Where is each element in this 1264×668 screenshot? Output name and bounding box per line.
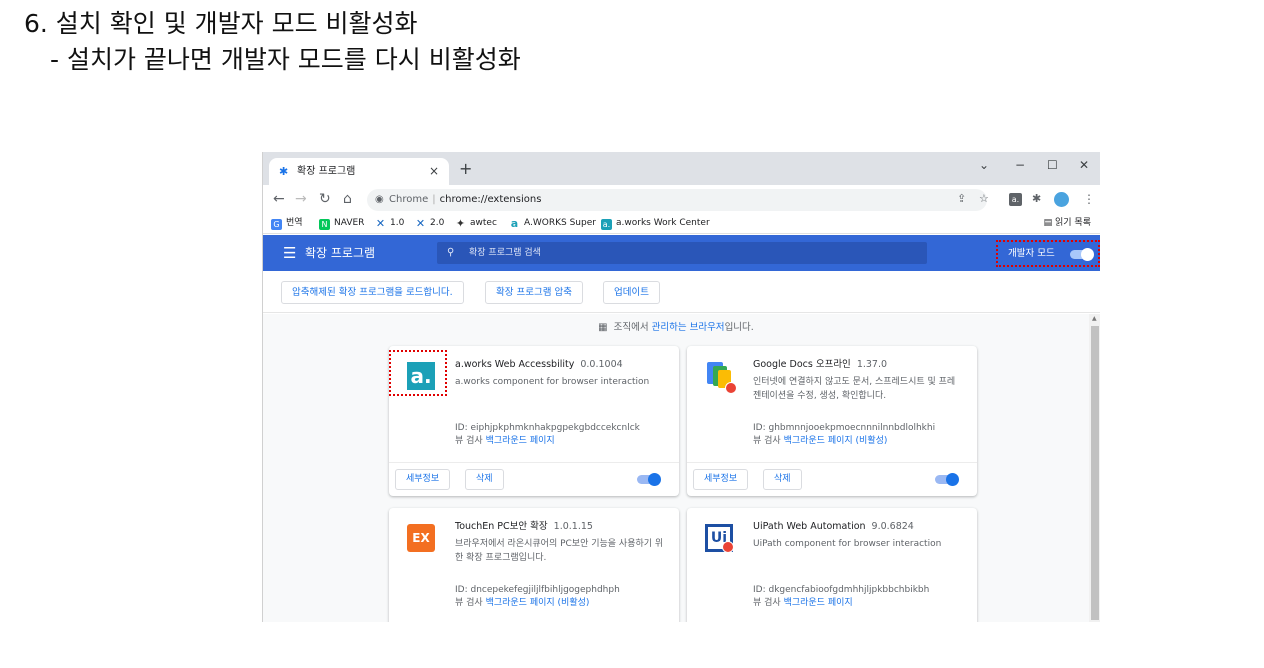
forward-arrow-icon[interactable]: →: [295, 191, 307, 207]
uipath-icon: Ui: [705, 524, 734, 553]
pack-extension-button[interactable]: 확장 프로그램 압축: [485, 281, 583, 304]
extensions-puzzle-icon[interactable]: ✱: [1032, 192, 1041, 206]
slide-title: 6. 설치 확인 및 개발자 모드 비활성화: [24, 9, 418, 38]
search-icon: ⚲: [447, 247, 455, 258]
tab-title: 확장 프로그램: [297, 166, 356, 177]
share-icon[interactable]: ⇪: [957, 192, 966, 206]
aworks-icon: a.: [601, 219, 612, 230]
extension-id: ID: ghbmnnjooekpmoecnnnilnnbdlolhkhi: [753, 423, 936, 433]
extension-enable-toggle[interactable]: [935, 473, 959, 486]
managed-browser-link[interactable]: 관리하는 브라우저: [652, 322, 725, 333]
reading-list-icon: ▤: [1043, 218, 1056, 228]
puzzle-icon: ✱: [279, 165, 289, 178]
tab-search-chevron-icon[interactable]: ⌄: [979, 158, 989, 172]
chrome-site-icon: ◉: [375, 194, 384, 205]
extension-name: a.works Web Accessbility: [455, 359, 575, 370]
extension-version: 0.0.1004: [580, 359, 623, 370]
reload-icon[interactable]: ↻: [319, 191, 331, 207]
aworks-icon: a: [509, 217, 520, 230]
background-page-link[interactable]: 백그라운드 페이지: [486, 436, 555, 446]
extensions-header: ☰ 확장 프로그램 ⚲ 확장 프로그램 검색 개발자 모드: [263, 235, 1100, 271]
close-window-button[interactable]: ✕: [1079, 158, 1089, 172]
bookmark-star-icon[interactable]: ☆: [979, 192, 989, 206]
extension-name: Google Docs 오프라인: [753, 359, 851, 370]
developer-mode-toggle[interactable]: [1070, 248, 1094, 261]
browser-toolbar: ← → ↻ ⌂ ◉ Chrome | chrome://extensions ⇪ ☆…: [263, 185, 1100, 214]
background-page-link[interactable]: 백그라운드 페이지: [784, 598, 853, 608]
details-button[interactable]: 세부정보: [693, 469, 749, 490]
translate-icon: G: [271, 219, 282, 230]
extension-description: 브라우저에서 라온시큐어의 PC보안 기능을 사용하기 위한 확장 프로그램입니…: [455, 539, 664, 563]
omnibox-url: chrome://extensions: [439, 194, 542, 205]
bookmark-aworks-work-center[interactable]: a. a.works Work Center: [601, 217, 710, 230]
extension-name: UiPath Web Automation: [753, 521, 866, 532]
developer-mode-highlight: 개발자 모드: [996, 240, 1100, 267]
extension-id: ID: dncepekefegjiljlfbihljgogephdhph: [455, 585, 620, 595]
extension-enable-toggle[interactable]: [637, 473, 661, 486]
bookmark-2-0[interactable]: ✕ 2.0: [415, 217, 444, 230]
tab-extensions[interactable]: ✱ 확장 프로그램 ×: [269, 158, 449, 185]
search-placeholder: 확장 프로그램 검색: [469, 248, 541, 258]
awtec-icon: ✦: [455, 217, 466, 230]
background-page-link[interactable]: 백그라운드 페이지 (비활성): [784, 436, 888, 446]
aworks-extension-icon[interactable]: a.: [1009, 193, 1022, 206]
tab-strip: ✱ 확장 프로그램 × + ⌄ − ☐ ✕: [263, 152, 1100, 185]
bookmark-aworks-super[interactable]: a A.WORKS Super: [509, 217, 596, 230]
menu-kebab-icon[interactable]: ⋮: [1083, 191, 1095, 207]
extension-id: ID: dkgencfabioofgdmhhjljpkbbchbikbh: [753, 585, 930, 595]
bookmark-1-0[interactable]: ✕ 1.0: [375, 217, 404, 230]
remove-button[interactable]: 삭제: [465, 469, 504, 490]
extension-card-touchen: EX TouchEn PC보안 확장 1.0.1.15 브라우저에서 라온시큐어의…: [389, 508, 679, 622]
maximize-button[interactable]: ☐: [1047, 158, 1058, 172]
home-icon[interactable]: ⌂: [343, 191, 352, 207]
extension-description: a.works component for browser interactio…: [455, 377, 650, 387]
x-logo-icon: ✕: [415, 217, 426, 230]
touchen-ex-icon: EX: [407, 524, 435, 552]
aworks-icon-highlight: [389, 350, 447, 396]
details-button[interactable]: 세부정보: [395, 469, 451, 490]
naver-icon: N: [319, 219, 330, 230]
minimize-button[interactable]: −: [1015, 158, 1025, 172]
extension-description: UiPath component for browser interaction: [753, 539, 942, 549]
managed-browser-notice: ▦ 조직에서 관리하는 브라우저입니다.: [598, 322, 754, 333]
bookmark-naver[interactable]: N NAVER: [319, 217, 364, 230]
update-button[interactable]: 업데이트: [603, 281, 660, 304]
scrollbar-thumb[interactable]: [1091, 326, 1099, 620]
reading-list[interactable]: ▤ 읽기 목록: [1044, 217, 1091, 230]
scroll-up-arrow-icon[interactable]: ▲: [1092, 316, 1097, 322]
hamburger-menu-icon[interactable]: ☰: [283, 245, 296, 261]
extensions-content: ▦ 조직에서 관리하는 브라우저입니다. a. a.works Web Acces…: [263, 314, 1089, 622]
address-bar[interactable]: ◉ Chrome | chrome://extensions: [367, 189, 987, 211]
x-logo-icon: ✕: [375, 217, 386, 230]
extension-version: 1.37.0: [856, 359, 888, 370]
developer-mode-label: 개발자 모드: [1008, 248, 1055, 259]
developer-action-bar: 압축해제된 확장 프로그램을 로드합니다. 확장 프로그램 압축 업데이트: [263, 271, 1100, 313]
extension-id: ID: eiphjpkphmknhakpgpekgbdccekcnlck: [455, 423, 640, 433]
building-icon: ▦: [598, 322, 608, 333]
google-docs-icon: [705, 362, 737, 394]
background-page-link[interactable]: 백그라운드 페이지 (비활성): [486, 598, 590, 608]
tab-close-icon[interactable]: ×: [429, 164, 439, 178]
browser-screenshot: ✱ 확장 프로그램 × + ⌄ − ☐ ✕ ← → ↻ ⌂ ◉ Chrome | c…: [262, 152, 1100, 622]
profile-avatar[interactable]: [1054, 192, 1069, 207]
omnibox-site: Chrome: [389, 194, 429, 205]
extension-card-uipath: Ui UiPath Web Automation 9.0.6824 UiPath …: [687, 508, 977, 622]
back-arrow-icon[interactable]: ←: [273, 191, 285, 207]
extension-card-google-docs-offline: Google Docs 오프라인 1.37.0 인터넷에 연결하지 않고도 문서,…: [687, 346, 977, 496]
extension-name: TouchEn PC보안 확장: [455, 521, 548, 532]
extensions-search-input[interactable]: ⚲ 확장 프로그램 검색: [437, 242, 927, 264]
extension-description: 인터넷에 연결하지 않고도 문서, 스프레드시트 및 프레젠테이션을 수정, 생…: [753, 377, 956, 401]
bookmark-translate[interactable]: G 번역: [271, 217, 303, 230]
bookmarks-bar: G 번역 N NAVER ✕ 1.0 ✕ 2.0 ✦ awtec a A.WORKS Sup…: [263, 214, 1100, 234]
new-tab-button[interactable]: +: [459, 160, 472, 178]
load-unpacked-button[interactable]: 압축해제된 확장 프로그램을 로드합니다.: [281, 281, 464, 304]
extensions-title: 확장 프로그램: [305, 246, 376, 260]
extension-version: 9.0.6824: [871, 521, 914, 532]
remove-button[interactable]: 삭제: [763, 469, 802, 490]
slide-subtitle: - 설치가 끝나면 개발자 모드를 다시 비활성화: [50, 45, 521, 74]
bookmark-awtec[interactable]: ✦ awtec: [455, 217, 497, 230]
extension-version: 1.0.1.15: [553, 521, 593, 532]
content-scrollbar[interactable]: ▲: [1089, 314, 1100, 622]
